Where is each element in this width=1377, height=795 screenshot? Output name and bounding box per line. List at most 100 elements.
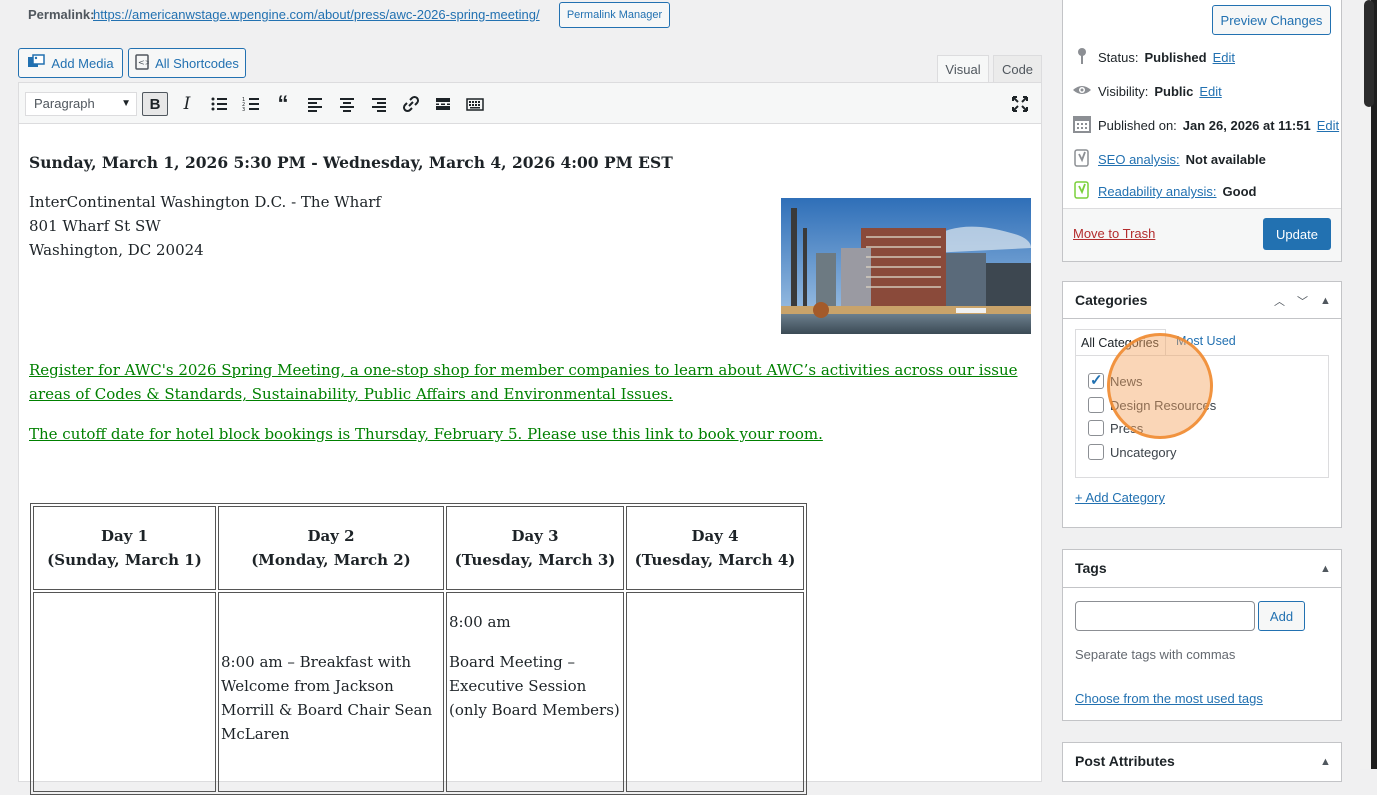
status-label: Status:	[1098, 50, 1139, 65]
bullet-list-icon[interactable]	[206, 92, 232, 116]
edit-visibility-link[interactable]: Edit	[1199, 84, 1221, 99]
align-right-icon[interactable]	[366, 92, 392, 116]
category-checkbox[interactable]	[1088, 444, 1104, 460]
move-to-trash-link[interactable]: Move to Trash	[1073, 226, 1155, 241]
day-label: Day 1	[100, 527, 149, 545]
eye-icon	[1072, 80, 1092, 103]
divider	[1062, 587, 1342, 588]
add-media-label: Add Media	[51, 55, 114, 71]
tab-code[interactable]: Code	[993, 55, 1042, 83]
tab-visual[interactable]: Visual	[937, 55, 989, 83]
address-line: Washington, DC 20024	[29, 241, 204, 259]
align-center-icon[interactable]	[334, 92, 360, 116]
italic-icon[interactable]: I	[174, 92, 200, 116]
add-media-button[interactable]: Add Media	[18, 48, 123, 78]
collapse-triangle-icon[interactable]: ▲	[1320, 563, 1331, 575]
day3-time: 8:00 am	[449, 613, 511, 631]
editor-toolbar: Paragraph ▼ B I 123 “	[19, 83, 1041, 124]
category-checkbox[interactable]	[1088, 371, 1104, 389]
preview-changes-button[interactable]: Preview Changes	[1212, 5, 1331, 35]
add-tag-button[interactable]: Add	[1258, 601, 1305, 631]
choose-most-used-tags-link[interactable]: Choose from the most used tags	[1075, 691, 1263, 706]
update-button[interactable]: Update	[1263, 218, 1331, 250]
chevron-down-icon: ▼	[121, 98, 131, 109]
tags-title: Tags	[1075, 560, 1107, 576]
day-label: Day 4	[691, 527, 739, 545]
event-address: InterContinental Washington D.C. - The W…	[29, 190, 381, 262]
add-media-icon	[27, 53, 46, 73]
categories-title: Categories	[1075, 292, 1148, 308]
day-date: (Tuesday, March 3)	[454, 551, 616, 569]
click-highlight	[1107, 333, 1213, 439]
chevron-up-icon[interactable]: ︿	[1274, 293, 1285, 309]
visibility-row: Visibility: Public Edit	[1072, 80, 1222, 103]
published-value: Jan 26, 2026 at 11:51	[1182, 118, 1311, 133]
hotel-booking-link[interactable]: The cutoff date for hotel block bookings…	[29, 422, 823, 446]
table-header-day1: Day 1 (Sunday, March 1)	[33, 506, 216, 590]
published-on-row: Published on: Jan 26, 2026 at 11:51 Edit	[1072, 114, 1339, 137]
readability-analysis-link[interactable]: Readability analysis:	[1098, 184, 1217, 199]
chevron-down-icon[interactable]: ﹀	[1297, 293, 1308, 309]
fullscreen-icon[interactable]	[1007, 92, 1033, 116]
published-label: Published on:	[1098, 118, 1177, 133]
category-checkbox[interactable]	[1088, 420, 1104, 436]
svg-text:<>: <>	[138, 58, 149, 67]
table-cell: 8:00 am – Breakfast with Welcome from Ja…	[218, 592, 444, 792]
day-date: (Monday, March 2)	[251, 551, 411, 569]
seo-value: Not available	[1185, 152, 1266, 167]
register-link[interactable]: Register for AWC's 2026 Spring Meeting, …	[29, 358, 1033, 406]
add-category-link[interactable]: + Add Category	[1075, 490, 1165, 505]
address-line: 801 Wharf St SW	[29, 217, 161, 235]
table-header-day3: Day 3 (Tuesday, March 3)	[446, 506, 624, 590]
permalink-label: Permalink:	[28, 7, 95, 22]
bold-button[interactable]: B	[142, 92, 168, 116]
edit-status-link[interactable]: Edit	[1213, 50, 1235, 65]
collapse-triangle-icon[interactable]: ▲	[1320, 756, 1331, 768]
table-cell	[626, 592, 804, 792]
edit-date-link[interactable]: Edit	[1317, 118, 1339, 133]
align-left-icon[interactable]	[302, 92, 328, 116]
toolbar-toggle-icon[interactable]	[462, 92, 488, 116]
table-row: 8:00 am – Breakfast with Welcome from Ja…	[33, 592, 804, 792]
all-shortcodes-button[interactable]: <> All Shortcodes	[128, 48, 246, 78]
day-label: Day 3	[511, 527, 559, 545]
address-line: InterContinental Washington D.C. - The W…	[29, 193, 381, 211]
day-date: (Sunday, March 1)	[47, 551, 202, 569]
hotel-image[interactable]	[781, 198, 1031, 334]
all-shortcodes-label: All Shortcodes	[155, 55, 239, 71]
schedule-table: Day 1 (Sunday, March 1) Day 2 (Monday, M…	[30, 503, 807, 795]
yoast-seo-icon	[1072, 148, 1092, 171]
status-value: Published	[1144, 50, 1207, 65]
table-header-day2: Day 2 (Monday, March 2)	[218, 506, 444, 590]
permalink-url-link[interactable]: https://americanwstage.wpengine.com/abou…	[93, 7, 540, 22]
format-select[interactable]: Paragraph ▼	[25, 92, 137, 116]
post-attributes-title: Post Attributes	[1075, 753, 1175, 769]
tag-input[interactable]	[1075, 601, 1255, 631]
scrollbar-edge	[1371, 0, 1377, 769]
format-select-value: Paragraph	[34, 96, 95, 111]
read-more-icon[interactable]	[430, 92, 456, 116]
collapse-triangle-icon[interactable]: ▲	[1320, 295, 1331, 307]
category-checkbox[interactable]	[1088, 397, 1104, 413]
permalink-manager-button[interactable]: Permalink Manager	[559, 2, 670, 28]
yoast-readability-icon	[1072, 180, 1092, 203]
scrollbar-thumb[interactable]	[1364, 0, 1374, 107]
seo-analysis-link[interactable]: SEO analysis:	[1098, 152, 1180, 167]
svg-text:3: 3	[242, 107, 245, 113]
link-icon[interactable]	[398, 92, 424, 116]
list-item[interactable]: Uncategory	[1088, 444, 1176, 460]
readability-row: Readability analysis: Good	[1072, 180, 1256, 203]
category-label: Uncategory	[1110, 444, 1177, 460]
visibility-label: Visibility:	[1098, 84, 1149, 99]
visibility-value: Public	[1154, 84, 1194, 99]
table-row: Day 1 (Sunday, March 1) Day 2 (Monday, M…	[33, 506, 804, 590]
event-dates: Sunday, March 1, 2026 5:30 PM - Wednesda…	[29, 153, 673, 172]
table-header-day4: Day 4 (Tuesday, March 4)	[626, 506, 804, 590]
editor: Paragraph ▼ B I 123 “ Sunday, March 1, 2…	[18, 82, 1042, 795]
day-label: Day 2	[307, 527, 355, 545]
blockquote-icon[interactable]: “	[270, 91, 296, 116]
divider	[1062, 318, 1342, 319]
tags-help-text: Separate tags with commas	[1075, 647, 1236, 662]
calendar-icon	[1072, 114, 1092, 137]
numbered-list-icon[interactable]: 123	[238, 92, 264, 116]
